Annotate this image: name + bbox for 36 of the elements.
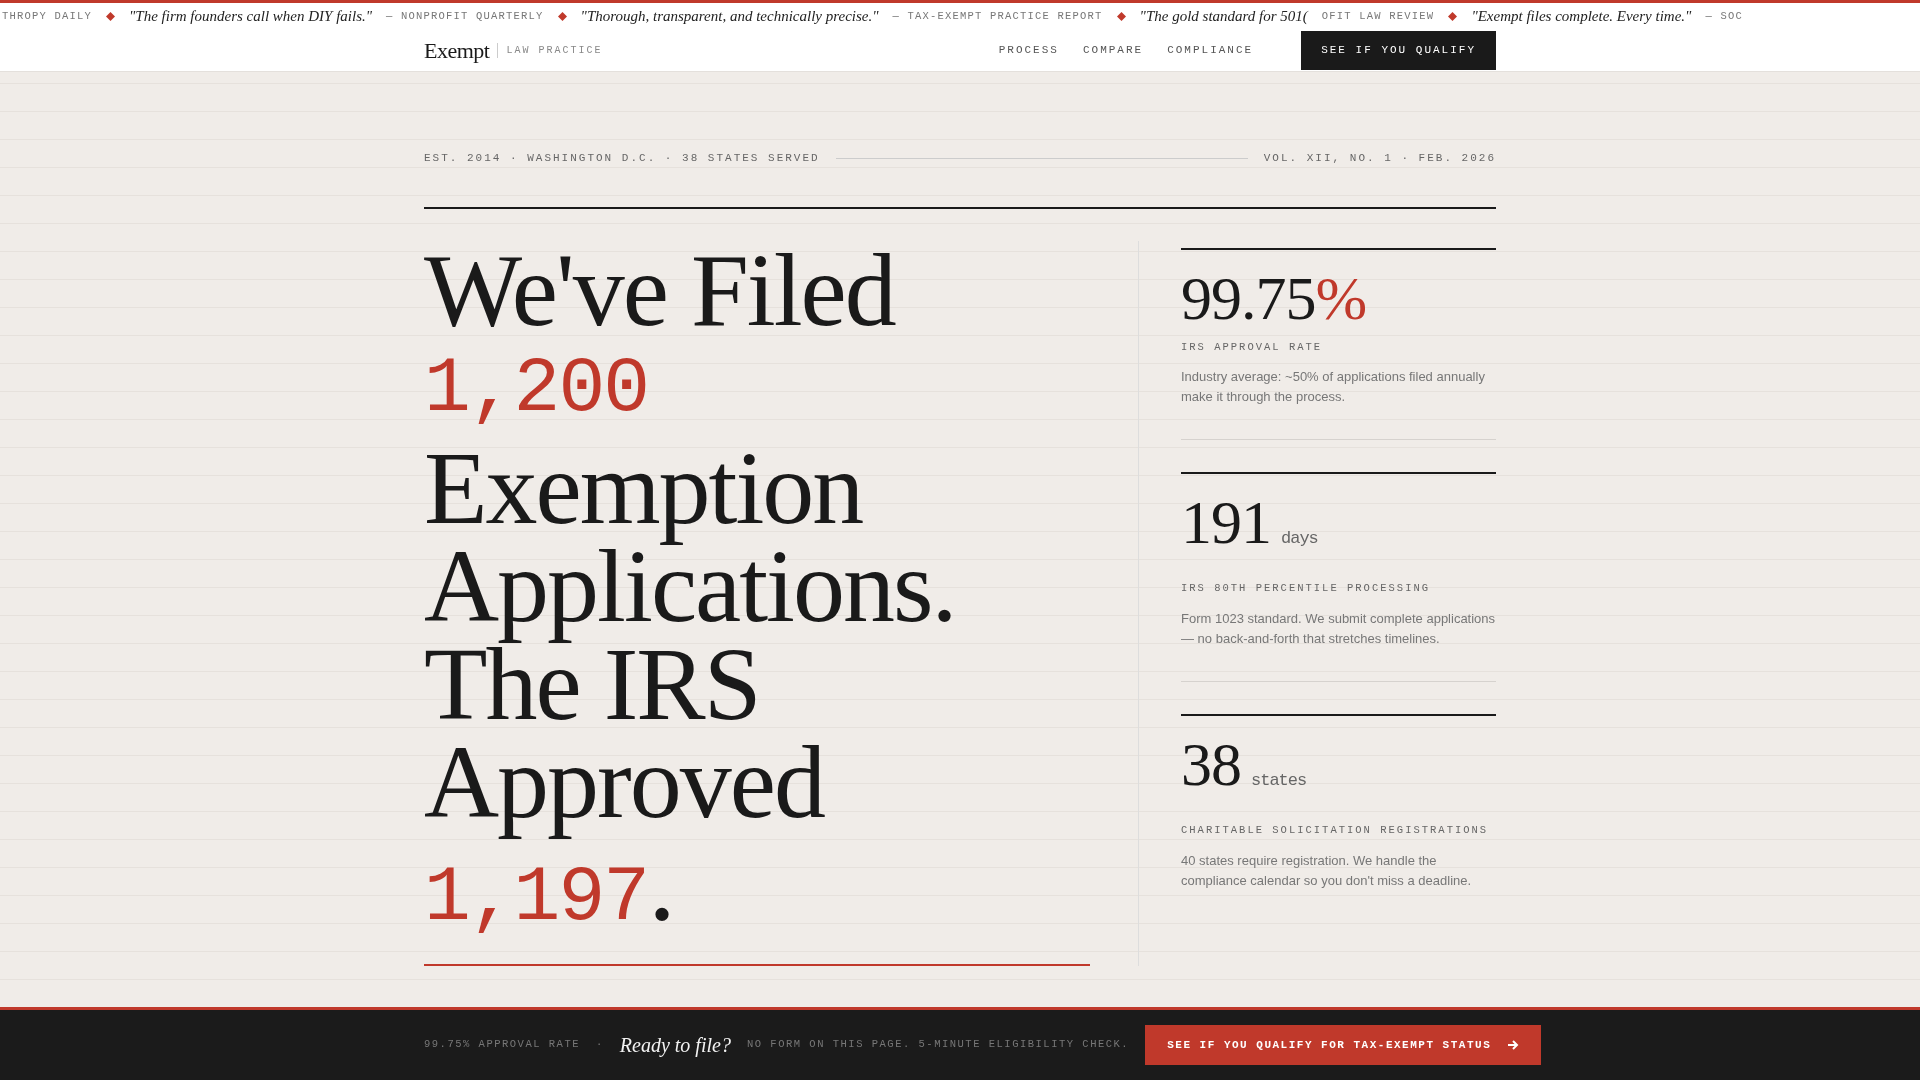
stat-value: 191 days <box>1181 487 1319 559</box>
nav-link[interactable]: COMPARE <box>1082 42 1144 59</box>
testimonial-source: THROPY DAILY <box>2 8 92 24</box>
qualify-button[interactable]: SEE IF YOU QUALIFY <box>1301 31 1496 70</box>
stat-value: 99.75% <box>1181 262 1368 334</box>
diamond-icon <box>1448 12 1458 21</box>
diamond-icon <box>1116 12 1126 21</box>
testimonial-quote: "The gold standard for 501( <box>1139 7 1308 27</box>
cta-tagline: Ready to file? <box>619 1033 731 1059</box>
nav-link[interactable]: COMPLIANCE <box>1167 42 1254 59</box>
diamond-icon <box>106 12 115 21</box>
stat-label: IRS 80TH PERCENTILE PROCESSING <box>1181 581 1432 597</box>
stat-label: CHARITABLE SOLICITATION REGISTRATIONS <box>1181 823 1490 838</box>
testimonial-source: — TAX-EXEMPT PRACTICE REPORT <box>892 8 1103 24</box>
testimonial-quote: "The firm founders call when DIY fails." <box>129 7 373 27</box>
masthead-info: EST. 2014 · WASHINGTON D.C. · 38 STATES SERVED <box>424 151 820 166</box>
testimonial-quote: "Thorough, transparent, and technically precise." <box>580 7 879 27</box>
stat-description: Industry average: ~50% of applications filed annually make it through the process. <box>1181 368 1486 407</box>
brand-tagline: LAW PRACTICE <box>497 43 603 58</box>
approval-rate-text: 99.75% APPROVAL RATE <box>424 1037 581 1053</box>
stat-value: 38 states <box>1181 729 1308 800</box>
arrow-icon <box>1507 1039 1520 1051</box>
testimonial-source: — NONPROFIT QUARTERLY <box>386 8 544 24</box>
separator-dot: · <box>596 1037 604 1053</box>
stat-description: Form 1023 standard. We submit complete applications — no back-and-forth that stretches timelines. <box>1181 610 1496 648</box>
stat-description: 40 states require registration. We handle the compliance calendar so you don't miss a deadline. <box>1181 851 1473 890</box>
testimonial-source: OFIT LAW REVIEW <box>1321 8 1435 24</box>
nav-link[interactable]: PROCESS <box>998 42 1059 59</box>
qualify-button[interactable]: SEE IF YOU QUALIFY FOR TAX-EXEMPT STATUS <box>1145 1024 1542 1066</box>
issue-info: VOL. XII, NO. 1 · FEB. 2026 <box>1263 151 1496 166</box>
stat-label: IRS APPROVAL RATE <box>1181 339 1324 355</box>
testimonial-source: — SOC <box>1705 8 1743 24</box>
cta-note: NO FORM ON THIS PAGE. 5-MINUTE ELIGIBILITY CHECK. <box>746 1037 1130 1053</box>
testimonial-quote: "Exempt files complete. Every time." <box>1471 7 1692 27</box>
diamond-icon <box>557 12 567 21</box>
brand-logo[interactable]: Exempt <box>424 34 490 67</box>
